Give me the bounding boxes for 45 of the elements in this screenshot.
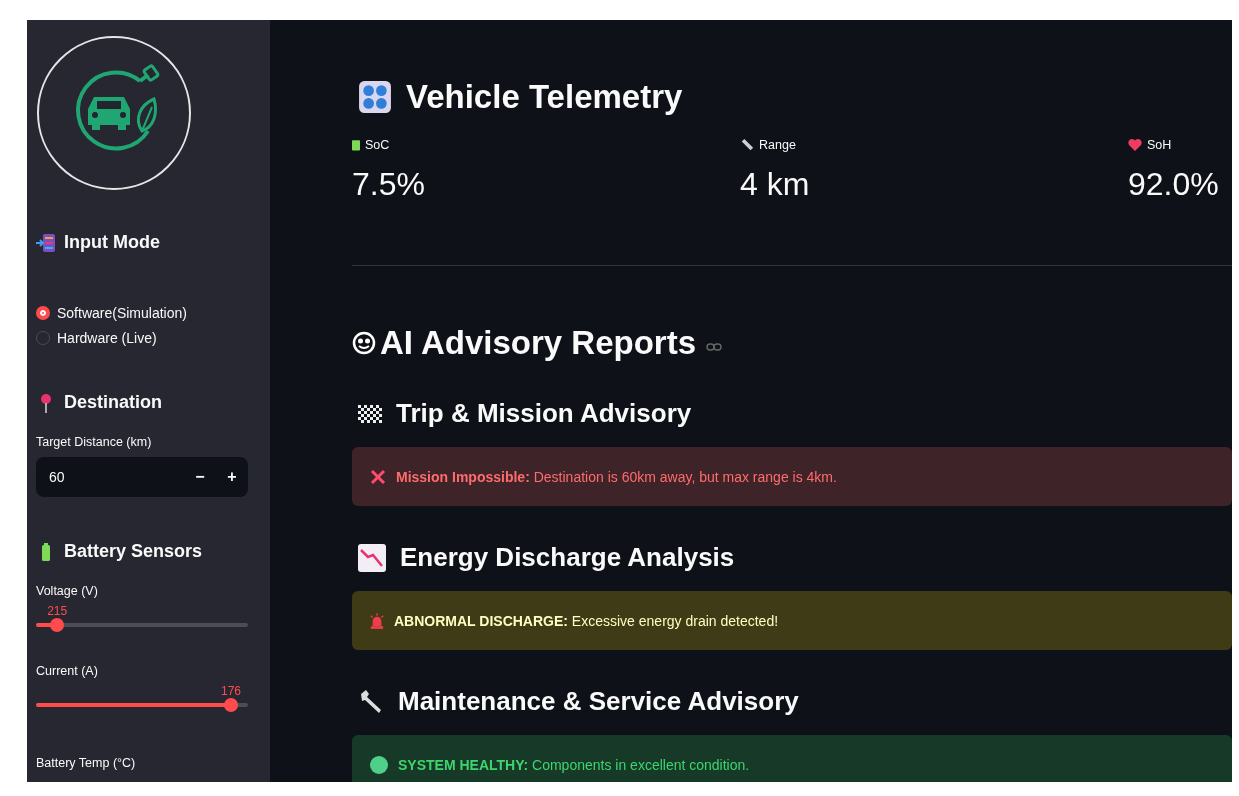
alert-text: ABNORMAL DISCHARGE: Excessive energy drain detected!: [394, 612, 779, 629]
knobs-icon: [358, 80, 392, 114]
circle-icon: [370, 755, 388, 774]
alert-text: Mission Impossible: Destination is 60km away, but max range is 4km.: [396, 468, 837, 485]
radio-option[interactable]: Hardware (Live): [36, 330, 248, 346]
increment-button[interactable]: +: [216, 457, 248, 497]
metric-value: 92.0%: [1128, 166, 1219, 203]
metric-value: 4 km: [740, 166, 811, 203]
section-title: AI Advisory Reports: [380, 324, 696, 362]
number-input-field[interactable]: 60 − +: [36, 457, 248, 497]
slider-thumb[interactable]: [50, 618, 65, 632]
chart-down-icon: [358, 543, 386, 572]
slider-thumb[interactable]: [224, 698, 239, 712]
face-icon: [352, 331, 376, 355]
slider-value: 215: [47, 604, 68, 618]
metric-label: Range: [759, 138, 796, 152]
metric-label: SoC: [365, 138, 390, 152]
decrement-button[interactable]: −: [184, 457, 216, 497]
alert-text: SYSTEM HEALTHY: Components in excellent condition.: [398, 756, 750, 773]
section-heading: Input Mode: [64, 232, 160, 253]
slider-label: Battery Temp (°C): [36, 756, 137, 770]
heart-icon: [1128, 139, 1142, 151]
subsection-title: Trip & Mission Advisory: [396, 398, 692, 429]
slider-label: Current (A): [36, 664, 99, 678]
slider-label: Voltage (V): [36, 584, 99, 598]
section-heading: Destination: [64, 392, 162, 413]
slider-track[interactable]: [36, 618, 248, 632]
field-label: Target Distance (km): [36, 435, 153, 449]
wrench-icon: [358, 688, 384, 715]
link-icon[interactable]: [706, 342, 722, 352]
section-heading: Battery Sensors: [64, 541, 203, 562]
page-title: Vehicle Telemetry: [406, 78, 683, 116]
slider-value: 176: [221, 684, 242, 698]
slider-track[interactable]: [36, 698, 248, 712]
input-icon: [36, 232, 56, 253]
radio-option[interactable]: Software(Simulation): [36, 305, 248, 321]
subsection-title: Energy Discharge Analysis: [400, 542, 735, 573]
siren-icon: [370, 612, 384, 629]
subsection-title: Maintenance & Service Advisory: [398, 686, 799, 717]
ruler-icon: [740, 138, 754, 152]
metric-label: SoH: [1147, 138, 1172, 152]
checkered-flag-icon: [358, 404, 382, 423]
metric-value: 7.5%: [352, 166, 426, 203]
battery-icon: [352, 139, 360, 151]
cross-icon: [370, 468, 386, 485]
